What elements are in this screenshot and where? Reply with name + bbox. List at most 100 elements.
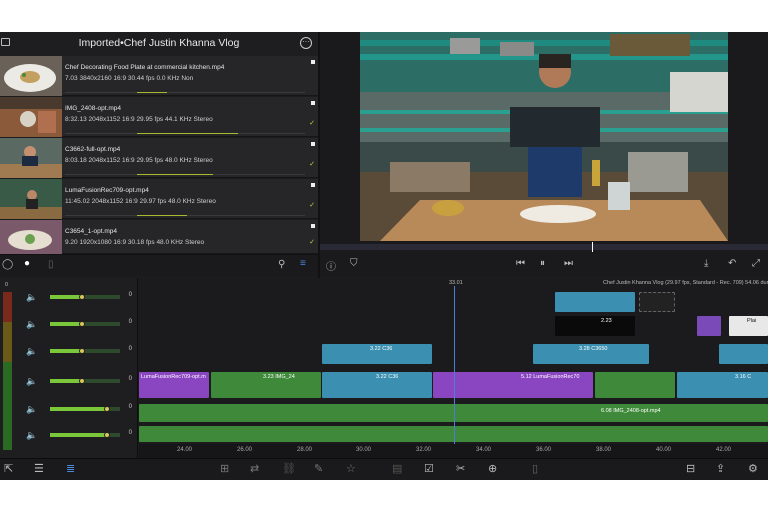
video-clip[interactable]: 3.23 IMG_24 — [211, 372, 321, 398]
select-icon[interactable]: ☑ — [424, 462, 434, 475]
timeline-playhead[interactable] — [454, 286, 455, 458]
video-clip[interactable]: 3.22 C36 — [322, 344, 432, 364]
video-clip[interactable]: LumaFusionRec709-opt.m — [139, 372, 209, 398]
timeline-layout-icon[interactable]: ≣ — [66, 462, 75, 475]
volume-value: 0 — [128, 346, 132, 352]
speaker-icon[interactable]: 🔈 — [26, 319, 37, 330]
preview-toolbar: ⓘ ⛉ ⏮ ⏸ ⏭ ⤓ ↶ ⤢ — [320, 256, 768, 276]
marker-icon[interactable]: ⛉ — [350, 258, 358, 269]
selection-square — [311, 101, 315, 105]
mixer-top-label: 0 — [5, 282, 9, 288]
title-clip[interactable]: Plai — [729, 316, 768, 336]
clip-usage-bar — [65, 174, 305, 175]
volume-value: 0 — [128, 430, 132, 436]
timeline-ruler[interactable]: 24.00 26.00 28.00 30.00 32.00 34.00 36.0… — [139, 444, 768, 458]
link-icon[interactable]: ⛓ — [282, 462, 296, 475]
placeholder-clip[interactable] — [639, 292, 675, 312]
ruler-tick: 32.00 — [416, 447, 432, 453]
selection-square — [311, 142, 315, 146]
library-clip[interactable]: C3662-full-opt.mp4 8:03.18 2048x1152 16:… — [0, 138, 318, 178]
volume-fader[interactable] — [50, 432, 120, 438]
more-icon[interactable]: ··· — [300, 37, 312, 49]
info-icon[interactable]: ⓘ — [326, 258, 336, 273]
title-clip[interactable] — [697, 316, 721, 336]
selection-square — [311, 224, 315, 228]
pen-icon[interactable]: ✎ — [314, 462, 323, 475]
video-clip[interactable]: 5.12 LumaFusionRec70 — [433, 372, 593, 398]
video-clip[interactable]: 3.28 C3650 — [533, 344, 649, 364]
volume-fader[interactable] — [50, 321, 120, 327]
trash-icon[interactable]: ▯ — [48, 259, 54, 270]
bottom-toolbar: ⇱ ☰ ≣ ⊞ ⇄ ⛓ ✎ ☆ ▤ ☑ ✂ ⊕ ▯ ⊟ ⇪ ⚙ — [0, 458, 768, 480]
replace-icon[interactable]: ⇄ — [250, 462, 259, 475]
library-toolbar: ◯ ● ▯ ⚲ ≡ — [0, 254, 318, 276]
speaker-icon[interactable]: 🔈 — [26, 404, 37, 415]
clip-label: LumaFusionRec709-opt.m — [141, 374, 206, 380]
scissors-icon[interactable]: ✂ — [456, 462, 465, 475]
library-clip[interactable]: LumaFusionRec709-opt.mp4 11:45.02 2048x1… — [0, 179, 318, 219]
preview-scrubber[interactable] — [320, 242, 768, 252]
clip-label: 2.23 — [601, 318, 612, 324]
project-info: Chef Justin Khanna Vlog (29.97 fps, Stan… — [603, 280, 768, 286]
add-circle-icon[interactable]: ⊕ — [488, 462, 497, 475]
checkmark-circle-icon[interactable]: ◯ — [2, 259, 13, 270]
clip-label: 3.22 C36 — [370, 346, 393, 352]
delete-icon[interactable]: ▯ — [532, 462, 538, 475]
layout-icon[interactable]: ⊟ — [686, 462, 695, 475]
preview-video-frame — [360, 32, 728, 241]
clip-label: 3.22 C36 — [376, 374, 399, 380]
fullscreen-icon[interactable]: ⤢ — [752, 258, 760, 269]
pause-icon[interactable]: ⏸ — [540, 258, 545, 269]
settings-icon[interactable]: ⚙ — [748, 462, 758, 475]
speaker-icon[interactable]: 🔈 — [26, 292, 37, 303]
used-check-icon: ✓ — [309, 120, 315, 127]
video-clip[interactable] — [595, 372, 675, 398]
share-icon[interactable]: ⇪ — [716, 462, 725, 475]
video-clip[interactable] — [719, 344, 768, 364]
library-clip[interactable]: C3654_1-opt.mp4 9.20 1920x1080 16:9 30.1… — [0, 220, 318, 254]
clip-name: LumaFusionRec709-opt.mp4 — [65, 187, 149, 194]
volume-value: 0 — [128, 319, 132, 325]
skip-forward-icon[interactable]: ⏭ — [564, 258, 573, 269]
library-clip[interactable]: Chef Decorating Food Plate at commercial… — [0, 56, 318, 96]
layers-icon[interactable]: ☰ — [34, 462, 44, 475]
mixer-track-row: 🔈 0 — [22, 402, 136, 416]
clip-label: 3.23 IMG_24 — [263, 374, 295, 380]
ruler-tick: 30.00 — [356, 447, 372, 453]
video-clip[interactable] — [555, 292, 635, 312]
add-clip-icon[interactable]: ⊞ — [220, 462, 229, 475]
volume-fader[interactable] — [50, 406, 120, 412]
search-icon[interactable]: ⚲ — [278, 259, 285, 270]
clip-thumbnail — [0, 56, 62, 96]
speaker-icon[interactable]: 🔈 — [26, 376, 37, 387]
video-clip[interactable]: 3.16 C — [677, 372, 768, 398]
clip-label: 3.16 C — [735, 374, 752, 380]
scrubber-playhead[interactable] — [592, 242, 593, 252]
video-clip[interactable]: 2.23 — [555, 316, 635, 336]
selection-square — [311, 60, 315, 64]
split-icon[interactable]: ▤ — [392, 462, 402, 475]
used-check-icon: ✓ — [309, 202, 315, 209]
library-clip[interactable]: IMG_2408-opt.mp4 8:32.13 2048x1152 16:9 … — [0, 97, 318, 137]
master-level-meter — [3, 292, 12, 450]
video-clip[interactable]: 3.22 C36 — [322, 372, 432, 398]
export-library-icon[interactable]: ⇱ — [4, 462, 13, 475]
export-icon[interactable]: ⤓ — [704, 258, 708, 269]
clip-meta: 7.03 3840x2160 16:9 30.44 fps 0.0 KHz No… — [65, 75, 194, 82]
record-circle-icon[interactable]: ● — [24, 258, 30, 269]
ruler-tick: 26.00 — [237, 447, 253, 453]
undo-icon[interactable]: ↶ — [728, 258, 736, 269]
volume-fader[interactable] — [50, 294, 120, 300]
timeline-tracks[interactable]: 33.01 Chef Justin Khanna Vlog (29.97 fps… — [139, 278, 768, 458]
speaker-icon[interactable]: 🔈 — [26, 430, 37, 441]
star-icon[interactable]: ☆ — [346, 462, 356, 475]
speaker-icon[interactable]: 🔈 — [26, 346, 37, 357]
volume-fader[interactable] — [50, 378, 120, 384]
mixer-track-row: 🔈 0 — [22, 317, 136, 331]
clip-usage-bar — [65, 133, 305, 134]
skip-back-icon[interactable]: ⏮ — [516, 258, 525, 269]
ruler-tick: 42.00 — [716, 447, 732, 453]
volume-fader[interactable] — [50, 348, 120, 354]
ruler-tick: 28.00 — [297, 447, 313, 453]
sort-icon[interactable]: ≡ — [300, 258, 306, 269]
